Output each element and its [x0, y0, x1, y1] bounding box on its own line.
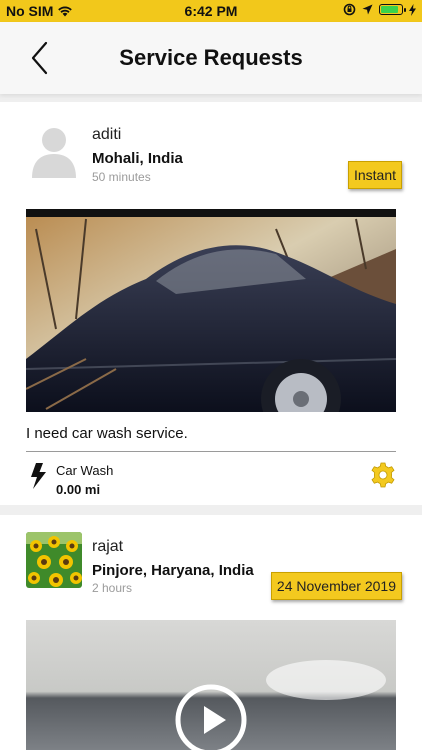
user-location: Pinjore, Haryana, India [92, 562, 254, 579]
car-photo[interactable] [26, 209, 396, 412]
user-location: Mohali, India [92, 150, 183, 167]
service-name: Car Wash [56, 463, 114, 478]
charging-bolt-icon [409, 3, 416, 16]
screen-rotation-lock-icon [343, 3, 356, 16]
request-time: 50 minutes [92, 170, 151, 184]
avatar [26, 532, 82, 588]
page-title: Service Requests [119, 45, 303, 70]
divider [26, 451, 396, 452]
video-thumbnail[interactable] [26, 620, 396, 750]
battery-fill [381, 6, 398, 13]
user-name: rajat [92, 538, 124, 555]
service-distance: 0.00 mi [56, 482, 101, 497]
navigation-bar: Service Requests [0, 22, 422, 94]
battery-icon [379, 4, 406, 15]
location-arrow-icon [362, 4, 373, 15]
status-bar: No SIM 6:42 PM [0, 0, 422, 22]
status-right [343, 3, 416, 16]
scheduled-date-badge: 24 November 2019 [270, 572, 402, 600]
default-user-avatar-icon [26, 122, 82, 178]
request-card[interactable]: aditi Mohali, India 50 minutes Instant I… [0, 102, 422, 505]
gear-icon[interactable] [370, 462, 396, 488]
user-name: aditi [92, 126, 122, 143]
lightning-bolt-icon [31, 463, 46, 489]
request-time: 2 hours [92, 581, 133, 595]
request-type-badge: Instant [347, 161, 402, 189]
request-description: I need car wash service. [26, 425, 188, 442]
request-card[interactable]: rajat Pinjore, Haryana, India 2 hours 24… [0, 515, 422, 750]
